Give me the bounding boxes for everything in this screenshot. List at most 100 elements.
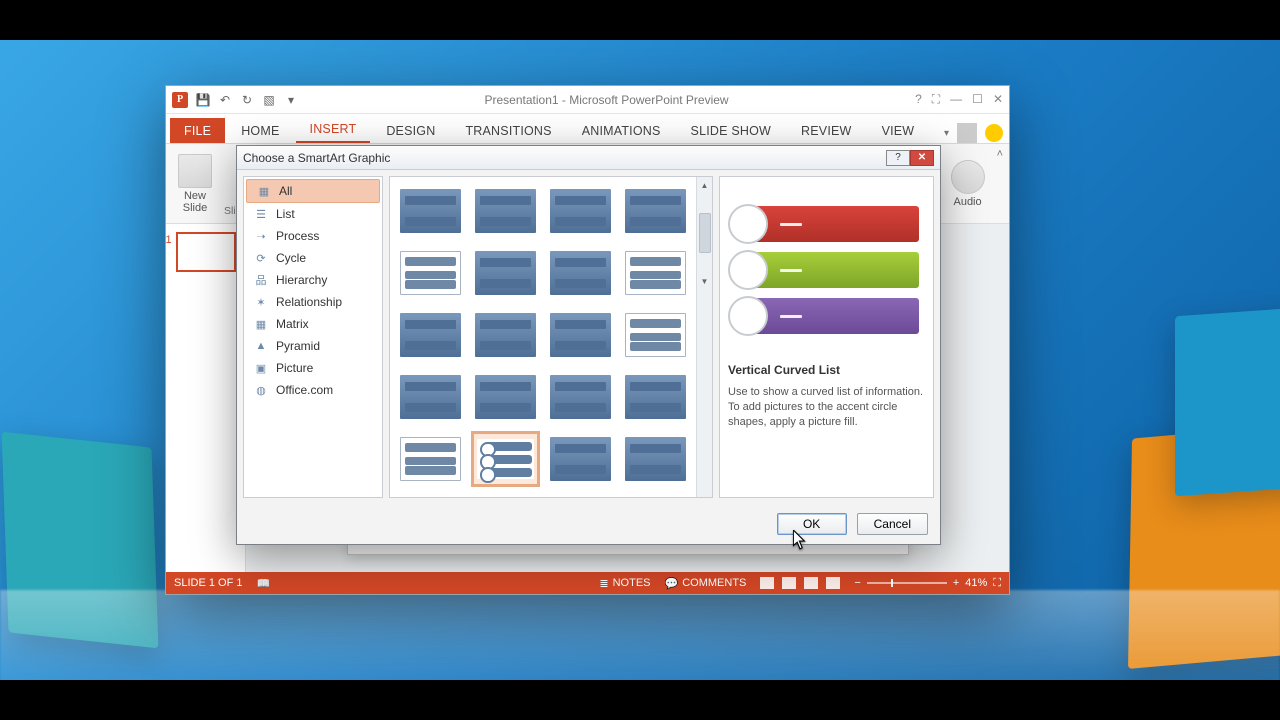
tab-design[interactable]: DESIGN <box>372 118 449 143</box>
preview-bar-3 <box>740 298 919 334</box>
gallery-scrollbar[interactable]: ▲ ▼ <box>696 177 712 497</box>
slide-thumb-number: 1 <box>166 234 172 246</box>
dialog-close-icon[interactable]: ✕ <box>910 150 934 166</box>
layout-thumb[interactable] <box>396 369 465 425</box>
statusbar: SLIDE 1 OF 1 📖 ≣ NOTES 💬 COMMENTS − + 41… <box>166 572 1009 594</box>
category-cycle[interactable]: ⟳Cycle <box>244 247 382 269</box>
layout-thumb[interactable] <box>396 431 465 487</box>
layout-thumb[interactable] <box>396 245 465 301</box>
maximize-icon[interactable]: ☐ <box>972 92 983 107</box>
category-all[interactable]: ▦All <box>246 179 380 203</box>
layout-thumb[interactable] <box>621 369 690 425</box>
layout-thumb[interactable] <box>471 183 540 239</box>
layout-thumb[interactable] <box>621 183 690 239</box>
save-icon[interactable]: 💾 <box>196 93 210 107</box>
category-pyramid[interactable]: ▲Pyramid <box>244 335 382 357</box>
layout-thumb[interactable] <box>471 245 540 301</box>
layout-thumb[interactable] <box>471 369 540 425</box>
layout-thumb[interactable] <box>621 307 690 363</box>
layout-thumb[interactable] <box>546 183 615 239</box>
feedback-smile-icon[interactable] <box>985 124 1003 142</box>
window-title: Presentation1 - Microsoft PowerPoint Pre… <box>298 93 915 107</box>
layout-thumb[interactable] <box>396 307 465 363</box>
category-relationship[interactable]: ✶Relationship <box>244 291 382 313</box>
slide-thumb-1[interactable]: 1 <box>176 232 236 272</box>
scroll-up-icon[interactable]: ▲ <box>697 177 712 193</box>
category-process[interactable]: ➝Process <box>244 225 382 247</box>
category-list: ▦All ☰List ➝Process ⟳Cycle 品Hierarchy ✶R… <box>243 176 383 498</box>
dialog-titlebar[interactable]: Choose a SmartArt Graphic ? ✕ <box>237 146 940 170</box>
category-picture[interactable]: ▣Picture <box>244 357 382 379</box>
layout-thumb[interactable] <box>546 245 615 301</box>
ok-button[interactable]: OK <box>777 513 847 535</box>
letterbox-bottom <box>0 680 1280 720</box>
layout-thumb[interactable] <box>546 493 615 497</box>
dialog-title: Choose a SmartArt Graphic <box>243 151 886 165</box>
spellcheck-icon[interactable]: 📖 <box>256 577 270 590</box>
layout-thumb[interactable] <box>471 493 540 497</box>
dialog-help-icon[interactable]: ? <box>886 150 910 166</box>
preview-description: Use to show a curved list of information… <box>728 385 925 430</box>
tab-home[interactable]: HOME <box>227 118 293 143</box>
slide-thumbnails[interactable]: 1 <box>166 224 246 572</box>
ribbon-display-icon[interactable]: ⛶ <box>932 92 940 107</box>
globe-icon: ◍ <box>254 383 268 397</box>
layout-thumb[interactable] <box>396 493 465 497</box>
zoom-control[interactable]: − + 41% ⛶ <box>854 577 1001 590</box>
scroll-down-icon[interactable]: ▼ <box>697 273 712 289</box>
zoom-slider[interactable] <box>867 582 947 584</box>
tab-view[interactable]: VIEW <box>868 118 929 143</box>
help-icon[interactable]: ? <box>915 92 922 107</box>
user-avatar[interactable] <box>957 123 977 143</box>
tab-review[interactable]: REVIEW <box>787 118 866 143</box>
ribbon-collapse-icon[interactable]: ▾ <box>944 128 949 139</box>
preview-bar-2 <box>740 252 919 288</box>
hierarchy-icon: 品 <box>254 273 268 287</box>
tab-insert[interactable]: INSERT <box>296 116 371 143</box>
category-hierarchy[interactable]: 品Hierarchy <box>244 269 382 291</box>
pyramid-icon: ▲ <box>254 339 268 353</box>
quick-access-toolbar: 💾 ↶ ↻ ▧ ▾ <box>172 92 298 108</box>
layout-thumb[interactable] <box>546 431 615 487</box>
tab-transitions[interactable]: TRANSITIONS <box>451 118 565 143</box>
layout-thumb[interactable] <box>621 431 690 487</box>
scroll-thumb[interactable] <box>699 213 711 253</box>
smartart-dialog: Choose a SmartArt Graphic ? ✕ ▦All ☰List… <box>236 145 941 545</box>
new-slide-icon[interactable] <box>178 154 212 188</box>
layout-thumb[interactable] <box>471 307 540 363</box>
view-switcher[interactable] <box>760 577 840 589</box>
letterbox-top <box>0 0 1280 40</box>
layout-gallery: ▲ ▼ <box>389 176 713 498</box>
cancel-button[interactable]: Cancel <box>857 513 928 535</box>
category-matrix[interactable]: ▦Matrix <box>244 313 382 335</box>
category-list-item[interactable]: ☰List <box>244 203 382 225</box>
ribbon-tabs: FILE HOME INSERT DESIGN TRANSITIONS ANIM… <box>166 114 1009 144</box>
tab-file[interactable]: FILE <box>170 118 225 143</box>
minimize-icon[interactable]: — <box>950 92 962 107</box>
layout-thumb-vertical-curved-list[interactable] <box>471 431 540 487</box>
layout-thumb[interactable] <box>621 245 690 301</box>
fit-to-window-icon[interactable]: ⛶ <box>993 577 1001 590</box>
layout-thumb[interactable] <box>621 493 690 497</box>
redo-icon[interactable]: ↻ <box>240 93 254 107</box>
layout-thumb[interactable] <box>546 369 615 425</box>
layout-thumb[interactable] <box>396 183 465 239</box>
comments-button[interactable]: 💬 COMMENTS <box>665 577 747 590</box>
qat-more-icon[interactable]: ▾ <box>284 93 298 107</box>
close-icon[interactable]: ✕ <box>993 92 1003 107</box>
relationship-icon: ✶ <box>254 295 268 309</box>
ribbon-collapse-caret-icon[interactable]: ˄ <box>997 148 1003 160</box>
layout-thumb[interactable] <box>546 307 615 363</box>
slideshow-start-icon[interactable]: ▧ <box>262 93 276 107</box>
powerpoint-logo-icon <box>172 92 188 108</box>
category-officecom[interactable]: ◍Office.com <box>244 379 382 401</box>
cycle-icon: ⟳ <box>254 251 268 265</box>
audio-icon[interactable] <box>951 160 985 194</box>
tab-slideshow[interactable]: SLIDE SHOW <box>677 118 786 143</box>
tab-animations[interactable]: ANIMATIONS <box>568 118 675 143</box>
notes-button[interactable]: ≣ NOTES <box>599 577 650 590</box>
process-icon: ➝ <box>254 229 268 243</box>
undo-icon[interactable]: ↶ <box>218 93 232 107</box>
slide-counter: SLIDE 1 OF 1 <box>174 577 242 589</box>
titlebar[interactable]: 💾 ↶ ↻ ▧ ▾ Presentation1 - Microsoft Powe… <box>166 86 1009 114</box>
